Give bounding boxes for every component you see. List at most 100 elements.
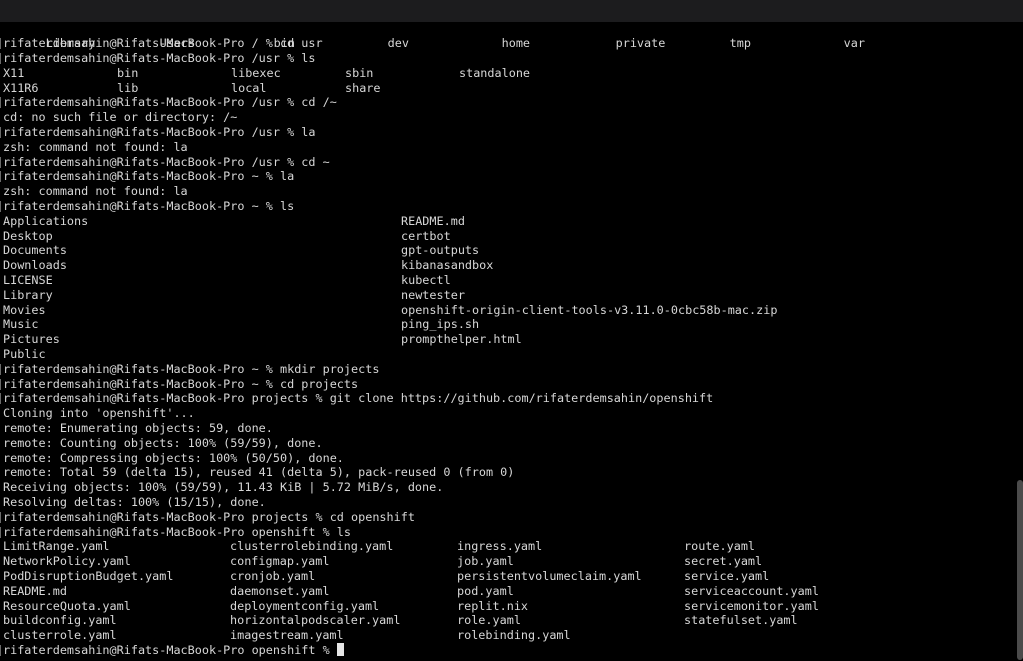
list-item: imagestream.yaml: [230, 628, 344, 643]
listing-row: LICENSE kubectl: [3, 273, 1008, 288]
output-line: Cloning into 'openshift'...: [3, 406, 195, 421]
prompt-line: rifaterdemsahin@Rifats-MacBook-Pro ~ % l…: [0, 199, 1008, 214]
list-item: servicemonitor.yaml: [684, 598, 819, 613]
list-item: configmap.yaml: [230, 554, 330, 569]
listing-row: Desktop certbot: [3, 229, 1008, 244]
list-item: rolebinding.yaml: [457, 628, 571, 643]
listing-row: LimitRange.yaml clusterrolebinding.yaml in…: [3, 539, 1008, 554]
list-item: Desktop: [3, 228, 53, 243]
listing-row: README.md daemonset.yaml pod.yaml serviceac…: [3, 584, 1008, 599]
list-item: lib: [117, 80, 139, 95]
terminal-output[interactable]: Library Users bin dev home private tmp var rifa…: [0, 22, 1008, 658]
listing-row: X11 bin libexec sbin standalone: [3, 66, 1008, 81]
output-line: zsh: command not found: la: [3, 139, 188, 154]
prompt-line: rifaterdemsahin@Rifats-MacBook-Pro proje…: [0, 391, 1008, 406]
prompt-line: rifaterdemsahin@Rifats-MacBook-Pro proje…: [0, 510, 1008, 525]
window-titlebar: [0, 0, 1023, 22]
listing-row: Public: [3, 347, 1008, 362]
list-item: X11R6: [3, 80, 39, 95]
listing-row: PodDisruptionBudget.yaml cronjob.yaml pers…: [3, 569, 1008, 584]
list-item: Movies: [3, 302, 46, 317]
list-item: standalone: [459, 65, 531, 80]
list-item: newtester: [401, 287, 465, 302]
list-item: statefulset.yaml: [684, 613, 798, 628]
prompt-line: rifaterdemsahin@Rifats-MacBook-Pro /usr …: [0, 51, 1008, 66]
list-item: daemonset.yaml: [230, 583, 330, 598]
output-line: zsh: command not found: la: [3, 184, 188, 199]
list-item: Documents: [3, 243, 67, 258]
listing-row: X11R6 lib local share: [3, 81, 1008, 96]
list-item: Public: [3, 347, 46, 362]
list-item: prompthelper.html: [401, 332, 522, 347]
list-item: persistentvolumeclaim.yaml: [457, 568, 642, 583]
prompt-line: rifaterdemsahin@Rifats-MacBook-Pro ~ % c…: [0, 377, 1008, 392]
listing-row: Applications README.md: [3, 214, 1008, 229]
output-line: Resolving deltas: 100% (15/15), done.: [3, 495, 266, 509]
listing-row: ResourceQuota.yaml deploymentconfig.yaml r…: [3, 599, 1008, 614]
list-item: replit.nix: [457, 598, 529, 613]
listing-row: Downloads kibanasandbox: [3, 258, 1008, 273]
list-item: LICENSE: [3, 273, 53, 288]
listing-row: Library newtester: [3, 288, 1008, 303]
list-item: clusterrole.yaml: [3, 628, 117, 643]
prompt-line: rifaterdemsahin@Rifats-MacBook-Pro ~ % l…: [0, 169, 1008, 184]
list-item: LimitRange.yaml: [3, 539, 110, 554]
output-line: remote: Total 59 (delta 15), reused 41 (…: [3, 465, 515, 480]
list-item: README.md: [3, 583, 67, 598]
list-item: cronjob.yaml: [230, 568, 316, 583]
list-item: horizontalpodscaler.yaml: [230, 613, 401, 628]
list-item: ping_ips.sh: [401, 317, 480, 332]
terminal-window[interactable]: Library Users bin dev home private tmp var rifa…: [0, 0, 1023, 661]
output-line: cd: no such file or directory: /~: [3, 110, 238, 125]
prompt-line: rifaterdemsahin@Rifats-MacBook-Pro /usr …: [0, 155, 1008, 170]
list-item: Music: [3, 317, 39, 332]
listing-row: Music ping_ips.sh: [3, 317, 1008, 332]
list-item: README.md: [401, 213, 465, 228]
list-item: X11: [3, 65, 25, 80]
list-item: buildconfig.yaml: [3, 613, 117, 628]
list-item: ResourceQuota.yaml: [3, 598, 131, 613]
list-item: job.yaml: [457, 554, 514, 569]
list-item: role.yaml: [457, 613, 521, 628]
list-item: openshift-origin-client-tools-v3.11.0-0c…: [401, 302, 778, 317]
listing-row: Pictures prompthelper.html: [3, 332, 1008, 347]
list-item: libexec: [231, 65, 281, 80]
list-item: serviceaccount.yaml: [684, 583, 819, 598]
listing-row: Movies openshift-origin-client-tools-v3.1…: [3, 303, 1008, 318]
output-line: remote: Enumerating objects: 59, done.: [3, 421, 273, 436]
list-item: kibanasandbox: [401, 258, 494, 273]
list-item: pod.yaml: [457, 583, 514, 598]
prompt-line: rifaterdemsahin@Rifats-MacBook-Pro ~ % m…: [0, 362, 1008, 377]
list-item: ingress.yaml: [457, 539, 543, 554]
listing-row: buildconfig.yaml horizontalpodscaler.yaml…: [3, 613, 1008, 628]
prompt-line: rifaterdemsahin@Rifats-MacBook-Pro /usr …: [0, 95, 1008, 110]
list-item: Library: [3, 287, 53, 302]
prompt-text: rifaterdemsahin@Rifats-MacBook-Pro opens…: [3, 642, 337, 657]
scrollbar-thumb[interactable]: [1017, 480, 1023, 660]
list-item: deploymentconfig.yaml: [230, 598, 380, 613]
list-item: share: [345, 80, 381, 95]
text-cursor: [336, 642, 344, 656]
list-item: clusterrolebinding.yaml: [230, 539, 394, 554]
output-line: remote: Counting objects: 100% (59/59), …: [3, 435, 323, 450]
list-item: gpt-outputs: [401, 243, 480, 258]
output-line: remote: Compressing objects: 100% (50/50…: [3, 450, 344, 465]
list-item: Downloads: [3, 258, 67, 273]
terminal-lines: rifaterdemsahin@Rifats-MacBook-Pro / % c…: [0, 36, 1008, 658]
listing-row: Documents gpt-outputs: [3, 243, 1008, 258]
output-line: Receiving objects: 100% (59/59), 11.43 K…: [3, 480, 444, 495]
listing-row: clusterrole.yaml imagestream.yaml rolebind…: [3, 628, 1008, 643]
list-item: Applications: [3, 213, 89, 228]
list-item: Pictures: [3, 332, 60, 347]
list-item: service.yaml: [684, 568, 770, 583]
active-prompt-line[interactable]: rifaterdemsahin@Rifats-MacBook-Pro opens…: [0, 642, 1008, 658]
listing-row: NetworkPolicy.yaml configmap.yaml job.yaml…: [3, 554, 1008, 569]
prompt-line: rifaterdemsahin@Rifats-MacBook-Pro /usr …: [0, 125, 1008, 140]
list-item: kubectl: [401, 273, 451, 288]
list-item: local: [231, 80, 267, 95]
list-item: PodDisruptionBudget.yaml: [3, 568, 174, 583]
list-item: sbin: [345, 65, 374, 80]
list-item: bin: [117, 65, 139, 80]
prompt-line: rifaterdemsahin@Rifats-MacBook-Pro opens…: [0, 525, 1008, 540]
list-item: route.yaml: [684, 539, 756, 554]
